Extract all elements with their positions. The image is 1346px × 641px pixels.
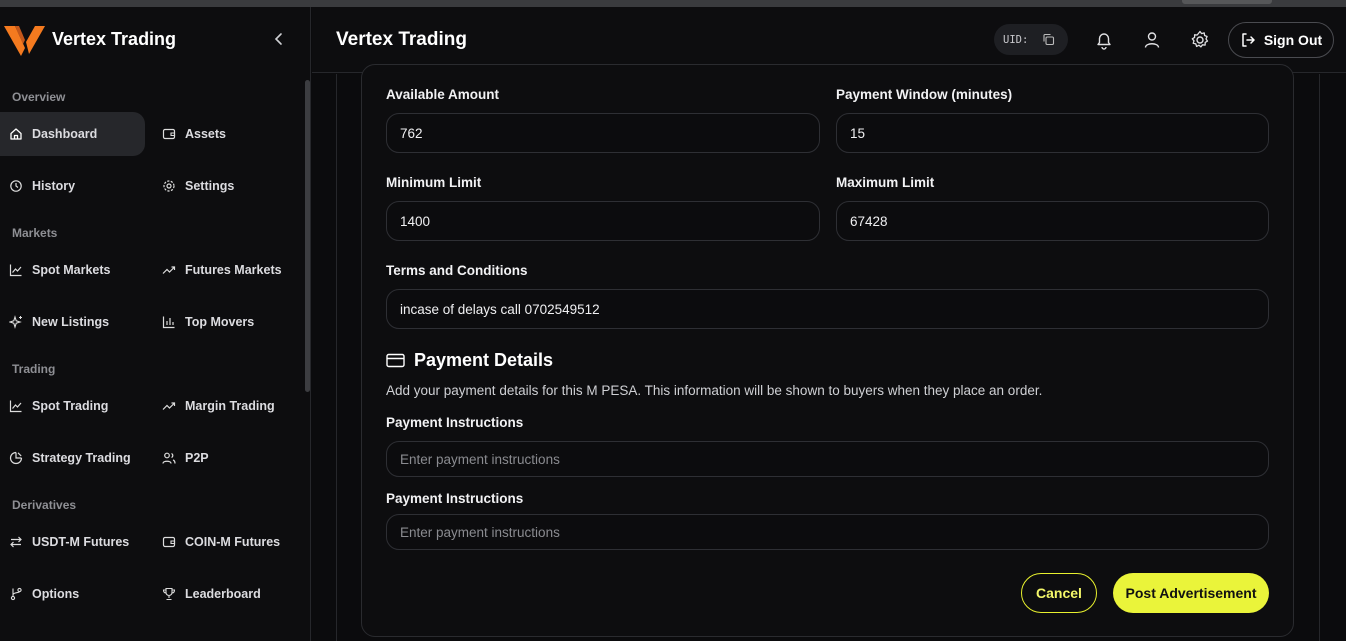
sparkles-icon: [9, 315, 22, 329]
sidebar-item-label: Spot Trading: [32, 399, 109, 413]
user-icon[interactable]: [1141, 29, 1163, 51]
sign-out-button[interactable]: Sign Out: [1228, 22, 1334, 58]
bar-chart-icon: [162, 316, 175, 329]
collapse-sidebar-icon[interactable]: [270, 30, 288, 48]
sidebar-item-label: History: [32, 179, 76, 193]
trending-up-icon: [162, 402, 176, 410]
bell-icon[interactable]: [1093, 29, 1115, 51]
sidebar-item-label: Assets: [185, 127, 226, 141]
sidebar-item-options[interactable]: Options: [9, 572, 79, 616]
sidebar-item-new-listings[interactable]: New Listings: [9, 300, 109, 344]
minimum-limit-input[interactable]: 1400: [386, 201, 820, 241]
sidebar: Vertex Trading Overview Dashboard Assets…: [0, 7, 311, 641]
sidebar-item-label: Spot Markets: [32, 263, 111, 277]
cancel-button[interactable]: Cancel: [1021, 573, 1097, 613]
browser-tab-indicator: [1182, 0, 1272, 4]
payment-window-label: Payment Window (minutes): [836, 87, 1013, 102]
brand-name: Vertex Trading: [52, 29, 177, 49]
credit-card-icon: [386, 353, 405, 368]
section-overview: Overview: [12, 90, 66, 104]
branch-icon: [10, 587, 22, 601]
uid-badge[interactable]: UID:: [994, 24, 1068, 55]
gear-icon[interactable]: [1189, 29, 1211, 51]
sidebar-item-history[interactable]: History: [9, 164, 75, 208]
sidebar-item-label: New Listings: [32, 315, 110, 329]
post-advertisement-button[interactable]: Post Advertisement: [1113, 573, 1269, 613]
browser-top-strip: [0, 0, 1346, 7]
payment-instructions-input-2[interactable]: Enter payment instructions: [386, 514, 1269, 550]
sidebar-item-futures-markets[interactable]: Futures Markets: [162, 248, 282, 292]
trophy-icon: [162, 587, 176, 601]
payment-window-input[interactable]: 15: [836, 113, 1269, 153]
wallet-icon: [162, 536, 176, 548]
maximum-limit-input[interactable]: 67428: [836, 201, 1269, 241]
strategy-icon: [9, 451, 23, 465]
payment-instructions-input-1[interactable]: Enter payment instructions: [386, 441, 1269, 477]
sidebar-scrollbar[interactable]: [305, 80, 310, 392]
payment-instructions-label-2: Payment Instructions: [386, 491, 524, 506]
payment-instructions-label-1: Payment Instructions: [386, 415, 524, 430]
sidebar-item-assets[interactable]: Assets: [162, 112, 226, 156]
page-title: Vertex Trading: [336, 29, 467, 50]
wallet-icon: [162, 128, 176, 140]
sidebar-item-label: Options: [32, 587, 80, 601]
trending-up-icon: [162, 266, 176, 274]
sidebar-item-top-movers[interactable]: Top Movers: [162, 300, 254, 344]
available-amount-input[interactable]: 762: [386, 113, 820, 153]
terms-label: Terms and Conditions: [386, 263, 528, 278]
maximum-limit-label: Maximum Limit: [836, 175, 935, 190]
history-icon: [10, 180, 22, 192]
sidebar-item-label: Margin Trading: [185, 399, 275, 413]
section-derivatives: Derivatives: [12, 498, 77, 512]
sidebar-item-usdt-m-futures[interactable]: USDT-M Futures: [9, 520, 129, 564]
sidebar-item-dashboard[interactable]: Dashboard: [0, 112, 145, 156]
sidebar-item-spot-markets[interactable]: Spot Markets: [9, 248, 111, 292]
sidebar-item-label: P2P: [185, 451, 209, 465]
uid-label: UID:: [1003, 33, 1029, 46]
payment-details-title: Payment Details: [414, 350, 554, 370]
sidebar-item-label: Futures Markets: [185, 263, 282, 277]
sidebar-item-margin-trading[interactable]: Margin Trading: [162, 384, 275, 428]
sidebar-item-strategy-trading[interactable]: Strategy Trading: [9, 436, 131, 480]
home-icon: [10, 128, 22, 140]
terms-input[interactable]: incase of delays call 0702549512: [386, 289, 1269, 329]
users-icon: [162, 452, 176, 464]
vertex-logo: [4, 26, 45, 56]
sidebar-item-label: Top Movers: [185, 315, 255, 329]
sign-out-label: Sign Out: [1263, 32, 1323, 48]
sidebar-item-label: COIN-M Futures: [185, 535, 281, 549]
sidebar-item-spot-trading[interactable]: Spot Trading: [9, 384, 108, 428]
copy-icon[interactable]: [1042, 33, 1055, 46]
sidebar-item-label: USDT-M Futures: [32, 535, 130, 549]
section-markets: Markets: [12, 226, 58, 240]
section-trading: Trading: [12, 362, 56, 376]
payment-details-description: Add your payment details for this M PESA…: [386, 383, 1043, 398]
sidebar-item-coin-m-futures[interactable]: COIN-M Futures: [162, 520, 280, 564]
payment-details-heading: Payment Details: [386, 350, 553, 371]
gear-icon: [163, 180, 175, 192]
swap-icon: [10, 536, 22, 548]
sidebar-item-leaderboard[interactable]: Leaderboard: [162, 572, 261, 616]
sidebar-item-label: Strategy Trading: [32, 451, 131, 465]
sidebar-item-settings[interactable]: Settings: [162, 164, 234, 208]
line-chart-icon: [9, 264, 22, 277]
available-amount-label: Available Amount: [386, 87, 500, 102]
sidebar-item-label: Settings: [185, 179, 235, 193]
sidebar-item-p2p[interactable]: P2P: [162, 436, 209, 480]
logout-icon: [1242, 33, 1255, 47]
sidebar-item-label: Dashboard: [32, 127, 98, 141]
sidebar-item-label: Leaderboard: [185, 587, 261, 601]
minimum-limit-label: Minimum Limit: [386, 175, 482, 190]
main-content: Available Amount 762 Payment Window (min…: [312, 64, 1346, 641]
line-chart-icon: [9, 400, 22, 413]
